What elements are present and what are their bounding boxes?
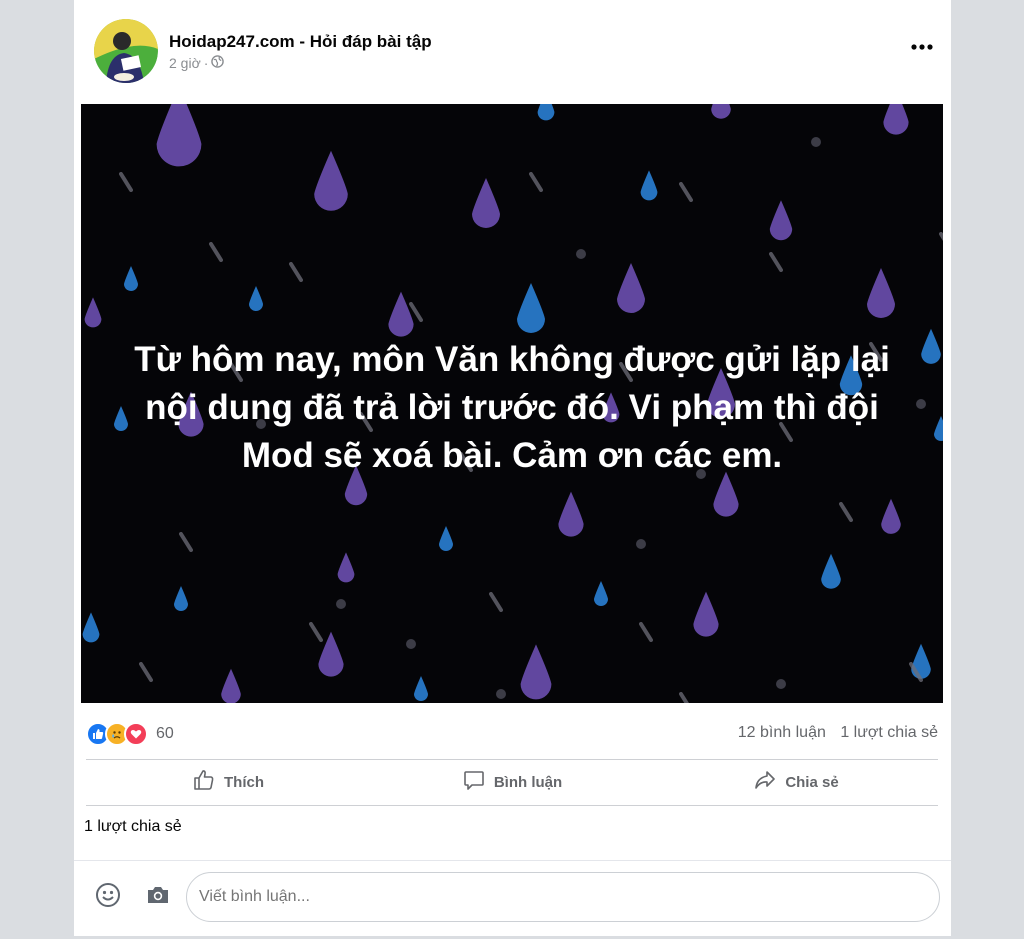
raindrop	[537, 104, 555, 121]
rain-streak	[529, 172, 543, 192]
thumbs-up-icon	[192, 768, 216, 796]
post-time[interactable]: 2 giờ	[169, 55, 201, 71]
rain-streak	[769, 252, 783, 272]
comment-composer	[74, 861, 951, 936]
rain-dot	[776, 679, 786, 689]
meta-separator: ·	[203, 55, 209, 71]
raindrop	[414, 676, 428, 701]
raindrop	[124, 266, 138, 291]
raindrop	[156, 104, 202, 167]
divider	[86, 805, 938, 806]
globe-icon	[211, 55, 225, 71]
rain-streak	[409, 302, 423, 322]
comment-label: Bình luận	[493, 773, 563, 791]
raindrop	[558, 491, 584, 537]
rain-streak	[179, 532, 193, 552]
page-avatar[interactable]	[94, 19, 158, 83]
raindrop	[769, 200, 793, 241]
rain-streak	[489, 592, 503, 612]
post-text-line: nội dung đã trả lời trước đó. Vi phạm th…	[145, 388, 879, 427]
rain-dot	[496, 689, 506, 699]
more-options-icon[interactable]	[909, 36, 935, 58]
raindrop	[249, 286, 263, 311]
share-icon	[753, 768, 777, 796]
post-header: Hoidap247.com - Hỏi đáp bài tập 2 giờ ·	[74, 0, 951, 104]
post-actions: Thích Bình luận Chia sẻ	[86, 760, 938, 804]
emoji-icon[interactable]	[94, 881, 122, 909]
rain-streak	[639, 622, 653, 642]
rain-dot	[336, 599, 346, 609]
rain-dot	[636, 539, 646, 549]
raindrop	[640, 170, 658, 201]
rain-streak	[139, 662, 153, 682]
rain-streak	[939, 232, 943, 241]
raindrop	[517, 283, 545, 333]
rain-streak	[679, 182, 693, 202]
rain-dot	[811, 137, 821, 147]
raindrop	[221, 668, 241, 703]
shares-summary[interactable]: 1 lượt chia sẻ	[84, 818, 182, 836]
comment-input[interactable]	[186, 872, 940, 922]
rain-streak	[119, 172, 133, 192]
reaction-summary[interactable]: 60	[86, 722, 174, 746]
post-meta: 2 giờ ·	[169, 55, 225, 71]
raindrop	[693, 591, 719, 637]
share-count-link[interactable]: 1 lượt chia sẻ	[840, 724, 938, 741]
rain-dot	[406, 639, 416, 649]
raindrop	[388, 291, 414, 337]
rain-streak	[289, 262, 303, 282]
comment-button[interactable]: Bình luận	[370, 760, 654, 804]
raindrop	[314, 150, 348, 211]
camera-icon[interactable]	[144, 881, 172, 909]
raindrop	[867, 268, 895, 318]
post-card: Hoidap247.com - Hỏi đáp bài tập 2 giờ · …	[74, 0, 951, 936]
raindrop	[82, 612, 100, 643]
raindrop	[911, 643, 931, 679]
raindrop	[617, 263, 645, 313]
post-text-line: Từ hôm nay, môn Văn không được gửi lặp l…	[134, 340, 890, 379]
share-button[interactable]: Chia sẻ	[654, 760, 938, 804]
raindrop	[594, 581, 608, 606]
reaction-count: 60	[156, 725, 174, 742]
raindrop	[520, 644, 552, 700]
post-stats: 12 bình luận 1 lượt chia sẻ	[738, 724, 938, 742]
raindrop	[883, 104, 909, 135]
raindrop	[84, 297, 102, 328]
like-label: Thích	[224, 773, 264, 791]
post-image[interactable]: Từ hôm nay, môn Văn không được gửi lặp l…	[81, 104, 943, 703]
share-label: Chia sẻ	[785, 773, 839, 791]
rain-streak	[209, 242, 223, 262]
raindrop	[174, 586, 188, 611]
page-name-link[interactable]: Hoidap247.com - Hỏi đáp bài tập	[169, 32, 432, 52]
rain-streak	[309, 622, 323, 642]
raindrop	[881, 498, 901, 534]
like-button[interactable]: Thích	[86, 760, 370, 804]
comment-icon	[462, 768, 486, 796]
post-image-text: Từ hôm nay, môn Văn không được gửi lặp l…	[81, 336, 943, 480]
post-text-line: Mod sẽ xoá bài. Cảm ơn các em.	[241, 436, 783, 475]
raindrop	[337, 552, 355, 583]
love-icon	[124, 722, 148, 746]
raindrop	[439, 526, 453, 551]
raindrop	[711, 104, 731, 119]
rain-streak	[679, 692, 689, 703]
raindrop	[472, 178, 500, 228]
rain-dot	[576, 249, 586, 259]
raindrop	[821, 553, 841, 589]
comment-count-link[interactable]: 12 bình luận	[738, 724, 826, 741]
rain-streak	[839, 502, 853, 522]
